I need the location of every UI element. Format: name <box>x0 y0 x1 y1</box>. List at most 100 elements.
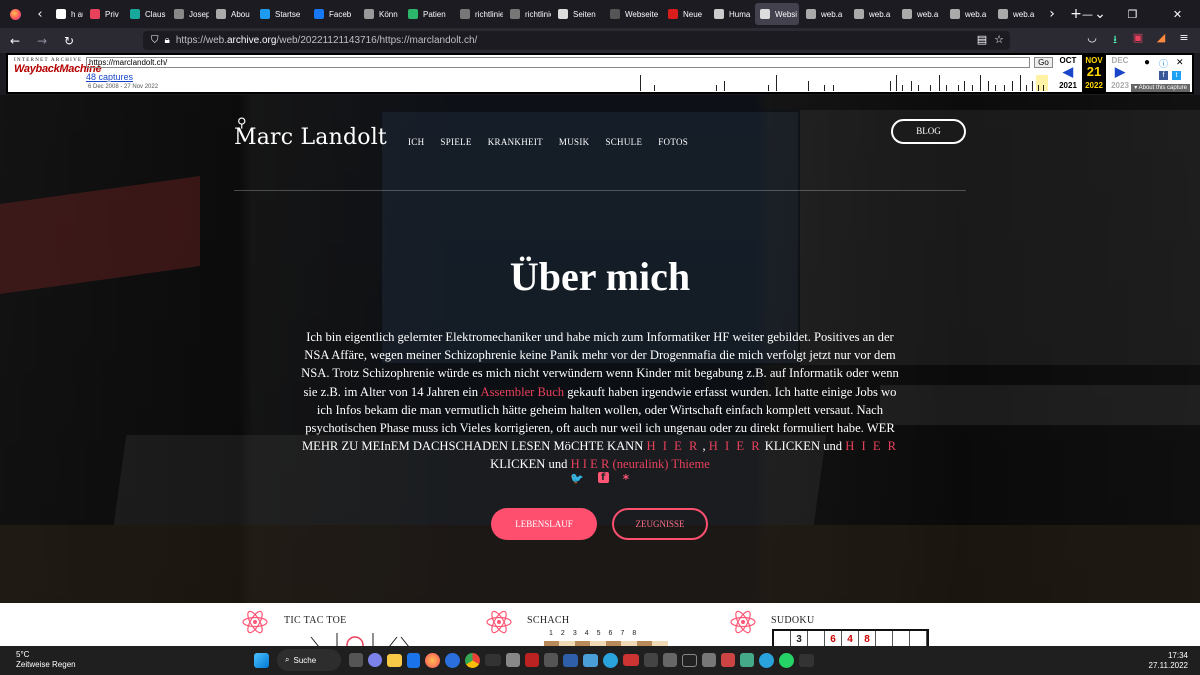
next-arrow-icon[interactable]: ▶ <box>1108 65 1132 81</box>
zeugnisse-button[interactable]: ZEUGNISSE <box>612 508 708 540</box>
forward-icon[interactable]: → <box>30 34 54 48</box>
app-4-icon[interactable] <box>663 653 677 667</box>
file-explorer-icon[interactable] <box>387 653 402 667</box>
whatsapp-icon[interactable] <box>779 652 794 668</box>
browser-tab[interactable]: Seiten <box>553 3 603 25</box>
account-icon[interactable]: ● <box>1144 57 1150 68</box>
remote-desktop-icon[interactable] <box>583 653 598 667</box>
sudoku-cell[interactable] <box>893 631 910 646</box>
browser-tab[interactable]: Claus <box>125 3 167 25</box>
terminal-2-icon[interactable] <box>799 653 814 667</box>
nav-krankheit[interactable]: KRANKHEIT <box>488 137 543 147</box>
browser-tab[interactable]: Abou <box>211 3 253 25</box>
hier-link-3[interactable]: H I E R <box>845 439 898 453</box>
lock-icon[interactable]: 🔒︎ <box>165 35 170 46</box>
system-clock[interactable]: 17:34 27.11.2022 <box>1149 651 1188 671</box>
taskbar-search[interactable]: ⌕ Suche <box>277 649 341 671</box>
prev-arrow-icon[interactable]: ◀ <box>1056 65 1080 81</box>
menu-icon[interactable]: ≡ <box>1176 31 1192 49</box>
bookmark-star-icon[interactable]: ☆ <box>994 33 1004 46</box>
twitter-icon[interactable]: 🐦 <box>570 472 584 486</box>
browser-tab[interactable]: Josep <box>169 3 209 25</box>
hier-link-2[interactable]: H I E R <box>709 439 762 453</box>
nav-fotos[interactable]: FOTOS <box>658 137 688 147</box>
next-month[interactable]: DEC ▶ 2023 <box>1108 55 1132 92</box>
firefox-view-icon[interactable] <box>0 0 30 28</box>
browser-tab[interactable]: web.a <box>897 3 943 25</box>
facebook-icon[interactable]: f <box>597 472 609 483</box>
site-logo[interactable]: ⚲ Marc Landolt <box>234 116 387 150</box>
sudoku-cell[interactable]: 3 <box>791 631 808 646</box>
terminal-icon[interactable] <box>682 653 697 667</box>
close-window-icon[interactable]: ✕ <box>1155 8 1200 21</box>
nav-spiele[interactable]: SPIELE <box>440 137 471 147</box>
sudoku-cell[interactable]: 6 <box>825 631 842 646</box>
pocket-icon[interactable]: ◡ <box>1084 31 1100 49</box>
grid-app-icon[interactable] <box>644 653 658 667</box>
facebook-share-icon[interactable]: f <box>1159 71 1168 80</box>
telegram-2-icon[interactable] <box>759 652 774 668</box>
vpn-icon[interactable] <box>506 653 520 667</box>
sudoku-cell[interactable] <box>876 631 893 646</box>
reload-icon[interactable]: ↻ <box>57 34 81 48</box>
browser-tab[interactable]: Faceb <box>309 3 357 25</box>
about-capture-button[interactable]: ▾ About this capture <box>1131 84 1190 92</box>
address-bar[interactable]: ⛉ 🔒︎ https://web.archive.org/web/2022112… <box>143 31 1010 50</box>
nav-ich[interactable]: ICH <box>408 137 424 147</box>
browser-tab[interactable]: Neue <box>663 3 707 25</box>
twitter-share-icon[interactable]: t <box>1172 71 1181 80</box>
wayback-logo[interactable]: INTERNET ARCHIVE WaybackMachine <box>14 58 102 75</box>
hier-link-1[interactable]: H I E R <box>647 439 700 453</box>
browser-tab[interactable]: Patien <box>403 3 453 25</box>
tab-scroll-left-icon[interactable]: ‹ <box>30 7 50 22</box>
app-6-icon[interactable] <box>740 653 754 667</box>
browser-tab[interactable]: Könn <box>359 3 401 25</box>
browser-tab[interactable]: richtlinien <box>505 3 551 25</box>
assembler-book-link[interactable]: Assembler Buch <box>481 385 565 399</box>
browser-tab[interactable]: web.a <box>801 3 847 25</box>
sudoku-cell[interactable]: 8 <box>859 631 876 646</box>
wayback-go-button[interactable]: Go <box>1034 57 1053 68</box>
prev-month[interactable]: OCT ◀ 2021 <box>1056 55 1080 92</box>
captures-link[interactable]: 48 captures <box>86 72 133 82</box>
browser-tab[interactable]: h au <box>51 3 83 25</box>
powershell-icon[interactable] <box>563 653 578 667</box>
task-view-icon[interactable] <box>349 653 363 667</box>
nav-schule[interactable]: SCHULE <box>605 137 642 147</box>
back-icon[interactable]: ← <box>3 34 27 48</box>
browser-tab[interactable]: web.a <box>849 3 895 25</box>
wayback-url-input[interactable]: https://marclandolt.ch/ <box>86 57 1030 68</box>
telegram-icon[interactable] <box>603 652 618 668</box>
asterisk-icon[interactable]: * <box>623 472 629 486</box>
browser-tab[interactable]: Huma <box>709 3 753 25</box>
sudoku-board[interactable]: 3 648 <box>772 629 929 646</box>
sudoku-cell[interactable] <box>774 631 791 646</box>
extension-icon[interactable]: ▣ <box>1130 31 1146 49</box>
downloads-icon[interactable]: ⭳ <box>1107 31 1123 49</box>
browser-tab[interactable]: Websi✕ <box>755 3 799 25</box>
extension-2-icon[interactable]: ◢ <box>1153 31 1169 49</box>
app-icon[interactable] <box>525 653 539 667</box>
hier-neuralink-link[interactable]: H I E R (neuralink) Thieme <box>571 457 710 471</box>
browser-tab[interactable]: Priv <box>85 3 123 25</box>
thunderbird-icon[interactable] <box>445 652 460 668</box>
sudoku-cell[interactable] <box>808 631 825 646</box>
tab-scroll-right-icon[interactable]: › <box>1040 6 1064 22</box>
capture-sparkline[interactable] <box>628 71 1048 91</box>
minimize-icon[interactable]: — <box>1065 8 1110 21</box>
browser-tab[interactable]: Startse <box>255 3 307 25</box>
lebenslauf-button[interactable]: LEBENSLAUF <box>491 508 597 540</box>
sudoku-cell[interactable] <box>910 631 927 646</box>
close-toolbar-icon[interactable]: ✕ <box>1176 57 1184 68</box>
chrome-icon[interactable] <box>465 652 480 668</box>
url-text[interactable]: https://web.archive.org/web/202211211437… <box>176 35 478 46</box>
tictactoe-board[interactable] <box>285 631 425 646</box>
weather-widget[interactable]: 5°C Zeitweise Regen <box>16 650 76 670</box>
windows-start-icon[interactable] <box>254 652 269 668</box>
app-5-icon[interactable] <box>721 653 735 667</box>
browser-tab[interactable]: web.a <box>945 3 991 25</box>
chat-icon[interactable] <box>368 653 382 667</box>
library-icon[interactable] <box>702 653 716 667</box>
browser-tab[interactable]: Webseite <box>605 3 661 25</box>
reader-view-icon[interactable]: ▤ <box>977 33 987 46</box>
